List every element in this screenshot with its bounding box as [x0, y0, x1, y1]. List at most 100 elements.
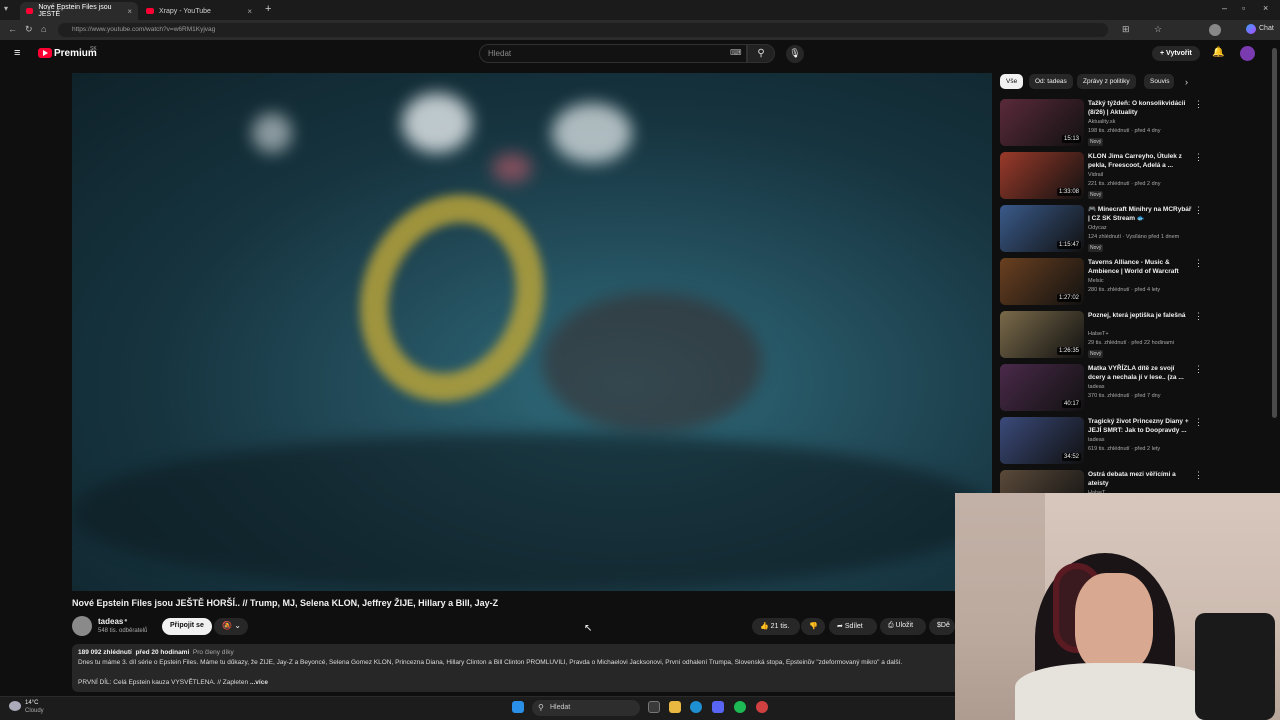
recommendation-item[interactable]: 15:13 Tažký týždeň: O konsolikvidácii (8/…: [1000, 99, 1203, 149]
like-button[interactable]: 👍 21 tis.: [752, 618, 800, 635]
more-options-icon[interactable]: ⋮: [1194, 205, 1203, 216]
mic-button[interactable]: 🎙: [786, 45, 804, 63]
copilot-icon[interactable]: [1246, 24, 1256, 34]
thanks-button[interactable]: $Dě: [929, 618, 955, 635]
video-thumbnail[interactable]: 40:17: [1000, 364, 1084, 411]
chip-from-channel[interactable]: Od: tadeas: [1029, 74, 1073, 89]
maximize-icon[interactable]: ▫: [1242, 3, 1245, 13]
recommendation-item[interactable]: 1:33:08 KLON Jima Carreyho, Útulek z pekl…: [1000, 152, 1203, 202]
home-icon[interactable]: ⌂: [41, 24, 46, 34]
more-options-icon[interactable]: ⋮: [1194, 417, 1203, 428]
more-options-icon[interactable]: ⋮: [1194, 364, 1203, 375]
weather-cloud-icon[interactable]: [9, 701, 21, 711]
chevron-right-icon[interactable]: ›: [1185, 77, 1188, 87]
video-thumbnail[interactable]: 15:13: [1000, 99, 1084, 146]
new-tab-icon[interactable]: +: [265, 3, 271, 15]
app-icon[interactable]: [756, 701, 768, 713]
more-options-icon[interactable]: ⋮: [1194, 152, 1203, 163]
recommendation-channel[interactable]: Melsic: [1088, 278, 1104, 284]
chip-related[interactable]: Souvis: [1144, 74, 1174, 89]
recommendation-title[interactable]: Ostrá debata mezi věřícími a ateisty: [1088, 470, 1192, 488]
bokeh-light: [552, 103, 632, 163]
youtube-favicon-icon: [146, 8, 154, 14]
close-icon[interactable]: ×: [127, 7, 132, 16]
recommendation-title[interactable]: KLON Jima Carreyho, Útulek z pekla, Free…: [1088, 152, 1192, 170]
more-link[interactable]: ...více: [250, 679, 268, 686]
account-avatar[interactable]: [1240, 46, 1255, 61]
youtube-logo-icon[interactable]: [38, 48, 52, 58]
close-icon[interactable]: ×: [247, 7, 252, 16]
more-options-icon[interactable]: ⋮: [1194, 99, 1203, 110]
video-thumbnail[interactable]: 1:27:02: [1000, 258, 1084, 305]
tab-xrapy[interactable]: Xrapy - YouTube ×: [140, 2, 258, 20]
more-options-icon[interactable]: ⋮: [1194, 470, 1203, 481]
discord-icon[interactable]: [712, 701, 724, 713]
first-part-link[interactable]: Celá Epstein kauza VYSVĚTLENA. // Zaplet…: [113, 679, 248, 686]
chip-politics[interactable]: Zprávy z politiky: [1077, 74, 1136, 89]
dislike-button[interactable]: 👎: [801, 618, 825, 635]
search-button[interactable]: ⚲: [747, 44, 775, 63]
recommendation-title[interactable]: Matka VYŘÍZLA dítě ze svojí dcery a nech…: [1088, 364, 1192, 382]
thanks-label: Dě: [940, 622, 950, 629]
file-explorer-icon[interactable]: [669, 701, 681, 713]
reload-icon[interactable]: ↻: [25, 24, 33, 35]
recommendation-item[interactable]: 1:26:35 Poznej, která jeptiška je falešná…: [1000, 311, 1203, 361]
webcam-overlay: [955, 493, 1280, 720]
subscriber-count: 548 tis. odběratelů: [98, 628, 148, 634]
more-options-icon[interactable]: ⋮: [1194, 311, 1203, 322]
edge-browser-icon[interactable]: [690, 701, 702, 713]
recommendation-channel[interactable]: Odycaz: [1088, 225, 1107, 231]
save-button[interactable]: ⎙ Uložit: [880, 618, 926, 635]
create-button[interactable]: + Vytvořit: [1152, 46, 1200, 61]
weather-temp[interactable]: 14°C: [25, 700, 38, 706]
recommendation-item[interactable]: 40:17 Matka VYŘÍZLA dítě ze svojí dcery a…: [1000, 364, 1203, 414]
recommendation-channel[interactable]: tadeas: [1088, 437, 1105, 443]
recommendation-item[interactable]: 1:15:47 🎮 Minecraft Minihry na MCRybář | …: [1000, 205, 1203, 255]
recommendation-title[interactable]: Poznej, která jeptiška je falešná: [1088, 311, 1192, 320]
hamburger-menu-icon[interactable]: ≡: [14, 47, 20, 59]
video-thumbnail[interactable]: 1:33:08: [1000, 152, 1084, 199]
tab-menu-icon[interactable]: ▾: [4, 4, 8, 13]
description-meta: 189 092 zhlédnutí před 20 hodinami Pro č…: [78, 649, 234, 656]
video-thumbnail[interactable]: 34:52: [1000, 417, 1084, 464]
keyboard-icon[interactable]: ⌨: [730, 48, 742, 57]
recommendation-title[interactable]: 🎮 Minecraft Minihry na MCRybář | CZ SK S…: [1088, 205, 1192, 223]
chip-all[interactable]: Vše: [1000, 74, 1024, 89]
join-button[interactable]: Připojit se: [162, 618, 212, 635]
recommendation-title[interactable]: Taverns Alliance - Music & Ambience | Wo…: [1088, 258, 1192, 276]
recommendation-title[interactable]: Tragický život Princezny Diany + JEJÍ SM…: [1088, 417, 1192, 435]
recommendation-channel[interactable]: Vidrail: [1088, 172, 1103, 178]
video-thumbnail[interactable]: 1:26:35: [1000, 311, 1084, 358]
minimize-icon[interactable]: –: [1222, 3, 1227, 13]
recommendation-channel[interactable]: Aktuality.sk: [1088, 119, 1115, 125]
task-view-icon[interactable]: [648, 701, 660, 713]
channel-avatar[interactable]: [72, 616, 92, 636]
recommendation-channel[interactable]: tadeas: [1088, 384, 1105, 390]
taskbar-search[interactable]: Hledat: [532, 700, 640, 716]
back-icon[interactable]: ←: [8, 24, 17, 34]
tab-active[interactable]: Nové Epstein Files jsou JEŠTĚ ×: [20, 2, 138, 20]
profile-avatar[interactable]: [1209, 24, 1221, 36]
weather-desc[interactable]: Cloudy: [25, 708, 44, 714]
recommendation-item[interactable]: 34:52 Tragický život Princezny Diany + JE…: [1000, 417, 1203, 467]
video-player[interactable]: [72, 73, 992, 591]
search-input[interactable]: Hledat: [479, 44, 747, 63]
favorites-icon[interactable]: ☆: [1154, 24, 1162, 35]
notifications-bell-icon[interactable]: 🔔: [1212, 47, 1224, 58]
windows-start-icon[interactable]: [512, 701, 524, 713]
recommendation-channel[interactable]: HalseT+: [1088, 331, 1109, 337]
channel-name[interactable]: tadeas: [98, 617, 123, 626]
recommendation-item[interactable]: 1:27:02 Taverns Alliance - Music & Ambien…: [1000, 258, 1203, 308]
more-options-icon[interactable]: ⋮: [1194, 258, 1203, 269]
page-scrollbar[interactable]: [1272, 48, 1277, 418]
subscription-bell-button[interactable]: 🔕 ⌄: [214, 618, 248, 635]
video-thumbnail[interactable]: 1:15:47: [1000, 205, 1084, 252]
chat-label[interactable]: Chat: [1259, 25, 1274, 32]
close-window-icon[interactable]: ×: [1263, 3, 1268, 13]
recommendation-title[interactable]: Tažký týždeň: O konsolikvidácii (8/26) |…: [1088, 99, 1192, 117]
spotify-icon[interactable]: [734, 701, 746, 713]
address-bar[interactable]: https://www.youtube.com/watch?v=w6RM1Kyj…: [58, 23, 1108, 37]
extensions-icon[interactable]: ⊞: [1122, 24, 1130, 35]
person-shirt-shape: [1015, 663, 1215, 720]
share-button[interactable]: ➦ Sdílet: [829, 618, 877, 635]
